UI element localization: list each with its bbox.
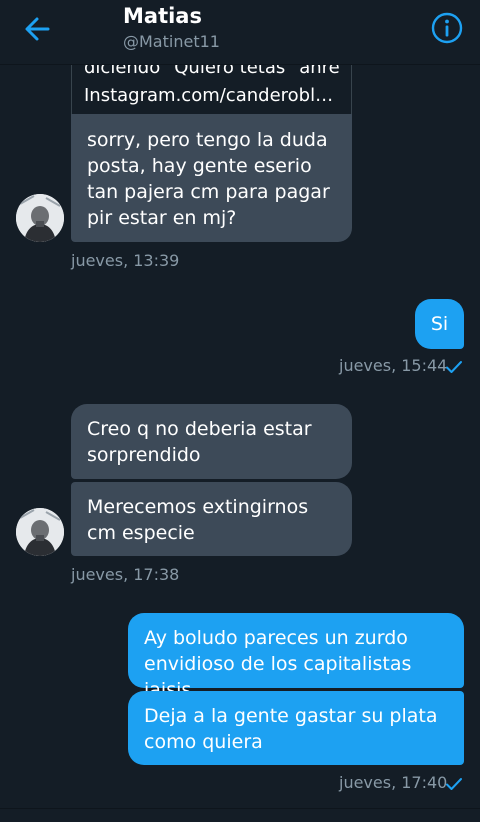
message-text: sorry, pero tengo la duda posta, hay gen… [87,129,330,229]
timestamp: jueves, 13:39 [71,251,180,270]
outgoing-message[interactable]: Ay boludo pareces un zurdo envidioso de … [128,613,464,701]
outgoing-message[interactable]: Deja a la gente gastar su plata como qui… [128,691,464,765]
timestamp: jueves, 17:40 [339,773,448,792]
avatar[interactable] [16,194,64,242]
contact-name[interactable]: Matias [123,4,202,28]
contact-handle: @Matinet11 [123,32,220,51]
avatar-image [16,194,64,242]
incoming-message[interactable]: sorry, pero tengo la duda posta, hay gen… [71,114,352,242]
incoming-message[interactable]: Merecemos extingirnos cm especie [71,482,352,556]
avatar-image [16,508,64,556]
message-text: Si [430,313,449,335]
checkmark-icon [446,778,462,790]
link-preview-url: Instagram.com/canderoblesss [84,85,342,106]
message-text: Deja a la gente gastar su plata como qui… [144,705,438,753]
composer-divider [0,808,480,809]
info-icon [431,12,463,44]
timestamp: jueves, 17:38 [71,565,180,584]
message-text: Ay boludo pareces un zurdo envidioso de … [144,627,412,701]
message-text: Merecemos extingirnos cm especie [87,496,309,544]
message-text: Creo q no deberia estar sorprendido [87,418,312,466]
avatar[interactable] [16,508,64,556]
conversation-header: Matias @Matinet11 [0,0,480,65]
arrow-left-icon [25,17,50,41]
incoming-message[interactable]: Creo q no deberia estar sorprendido [71,404,352,479]
checkmark-icon [446,361,462,373]
info-button[interactable] [430,11,464,45]
timestamp: jueves, 15:44 [339,356,448,375]
outgoing-message[interactable]: Si [415,299,464,349]
back-button[interactable] [18,12,58,46]
